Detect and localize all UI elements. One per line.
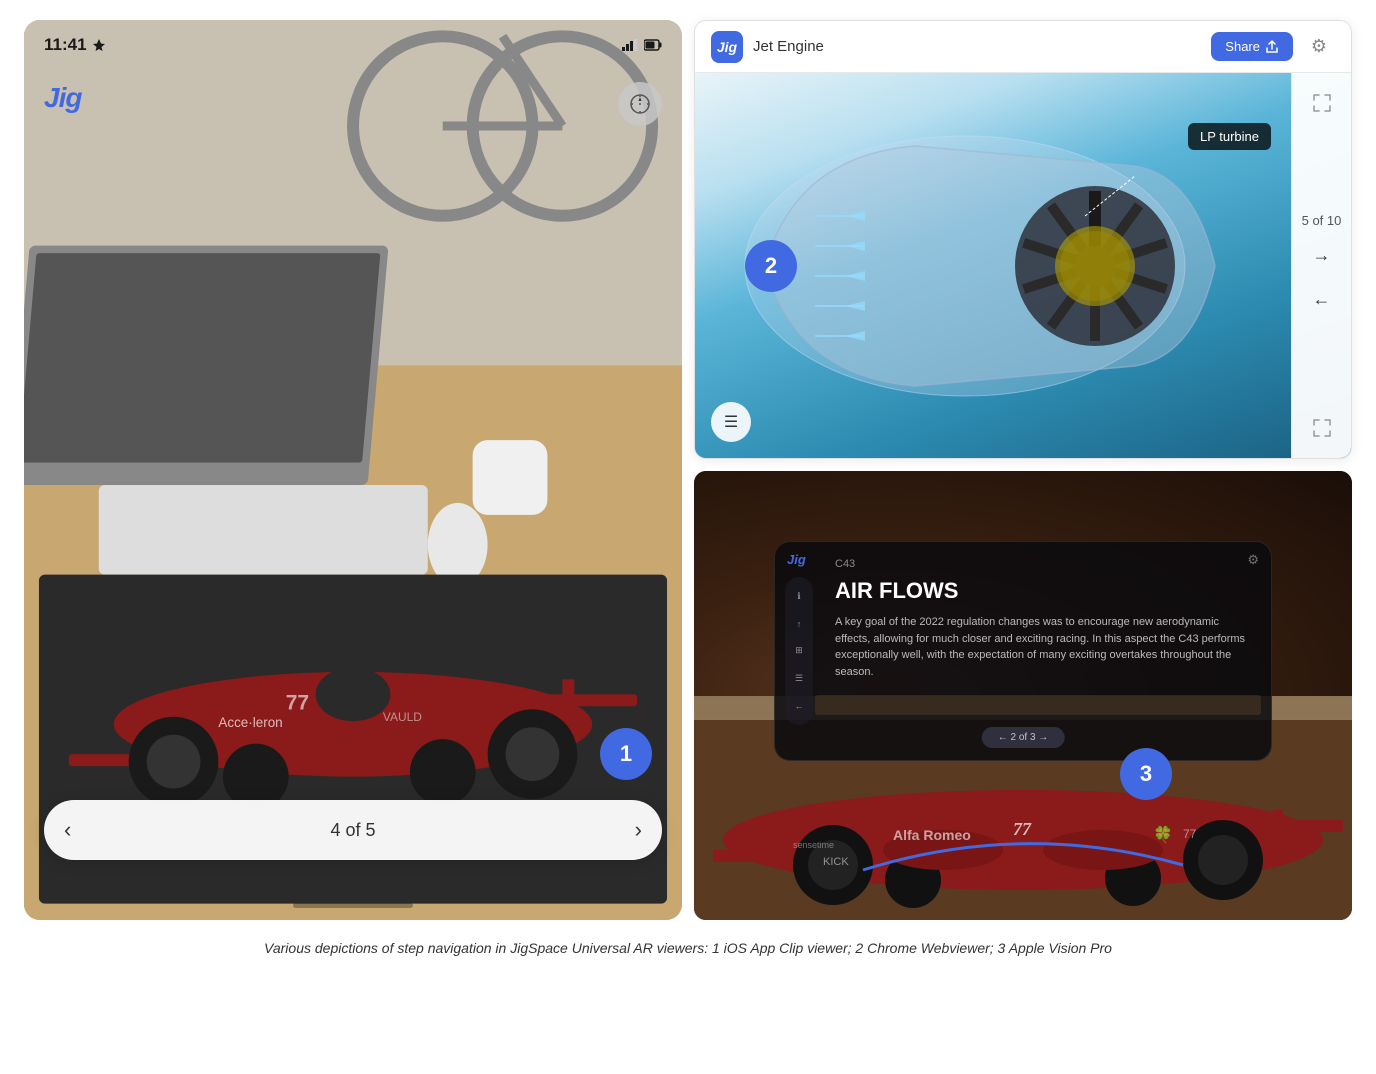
fullscreen-icon[interactable] (1304, 410, 1340, 446)
panel-web: Jig Jet Engine Share ⚙ (694, 20, 1352, 459)
badge-2-number: 2 (765, 253, 777, 279)
location-icon (93, 39, 105, 51)
share-icon (1265, 40, 1279, 54)
ios-nav-counter: 4 of 5 (330, 820, 375, 841)
ios-home-indicator (293, 903, 413, 908)
vision-title: AIR FLOWS (835, 578, 1251, 604)
badge-3-number: 3 (1140, 761, 1152, 787)
svg-text:sensetime: sensetime (793, 840, 834, 850)
panel-vision: Jig ⚙ ℹ ↑ ⊞ ☰ ← C43 AIR FLOWS A key goal… (694, 471, 1352, 920)
vision-wall-screen: Jig ⚙ ℹ ↑ ⊞ ☰ ← C43 AIR FLOWS A key goal… (774, 541, 1272, 761)
web-header: Jig Jet Engine Share ⚙ (695, 21, 1351, 73)
vision-c43-label: C43 (835, 558, 1251, 570)
settings-icon[interactable]: ⚙ (1303, 31, 1335, 63)
svg-text:VAULD: VAULD (383, 710, 422, 724)
svg-text:77: 77 (286, 691, 309, 714)
vision-description: A key goal of the 2022 regulation change… (835, 614, 1251, 680)
ios-time: 11:41 (44, 35, 105, 55)
time-display: 11:41 (44, 35, 87, 55)
jig-logo-ios: Jig (44, 82, 81, 114)
web-viewer: LP turbine ☰ 5 of 10 → ← (695, 73, 1351, 458)
signal-icon (622, 39, 638, 51)
vision-thumbnail-strip (815, 695, 1261, 715)
ios-status-bar: 11:41 (24, 20, 682, 70)
caption: Various depictions of step navigation in… (24, 932, 1352, 960)
badge-1: 1 (600, 728, 652, 780)
ios-status-icons (622, 39, 662, 51)
ios-nav-bar: ‹ 4 of 5 › (44, 800, 662, 860)
share-label: Share (1225, 39, 1260, 54)
battery-icon (644, 39, 662, 51)
vision-step-nav: ← 2 of 3 → (982, 727, 1065, 748)
ios-prev-button[interactable]: ‹ (64, 817, 71, 843)
svg-text:Acce·leron: Acce·leron (218, 715, 282, 730)
web-prev-arrow[interactable]: ← (1304, 282, 1340, 318)
svg-text:77: 77 (1183, 827, 1197, 841)
svg-text:KICK: KICK (823, 856, 849, 868)
lp-turbine-label: LP turbine (1188, 123, 1271, 150)
main-container: Acce·leron VAULD 77 11:41 (0, 0, 1376, 980)
badge-2: 2 (745, 240, 797, 292)
expand-icon[interactable] (1304, 85, 1340, 121)
ios-ar-button[interactable] (618, 82, 662, 126)
jig-logo-text: Jig (44, 82, 81, 113)
svg-text:🍀: 🍀 (1153, 825, 1173, 844)
svg-text:Alfa Romeo: Alfa Romeo (893, 827, 971, 843)
panel-ios: Acce·leron VAULD 77 11:41 (24, 20, 682, 920)
ios-next-button[interactable]: › (635, 817, 642, 843)
step-counter: 5 of 10 (1302, 213, 1342, 230)
svg-text:77: 77 (1013, 819, 1032, 839)
web-menu-button[interactable]: ☰ (711, 402, 751, 442)
web-app-title: Jet Engine (753, 38, 1201, 55)
ar-compass-icon (629, 93, 651, 115)
share-button[interactable]: Share (1211, 32, 1293, 61)
web-sidebar: 5 of 10 → ← (1291, 73, 1351, 458)
web-jig-logo: Jig (711, 31, 743, 63)
desk-scene: Acce·leron VAULD 77 (24, 20, 682, 920)
web-next-arrow[interactable]: → (1304, 238, 1340, 274)
caption-text: Various depictions of step navigation in… (264, 940, 1112, 956)
badge-1-number: 1 (620, 741, 632, 767)
vision-left-controls: ℹ ↑ ⊞ ☰ ← (785, 577, 813, 725)
badge-3: 3 (1120, 748, 1172, 800)
